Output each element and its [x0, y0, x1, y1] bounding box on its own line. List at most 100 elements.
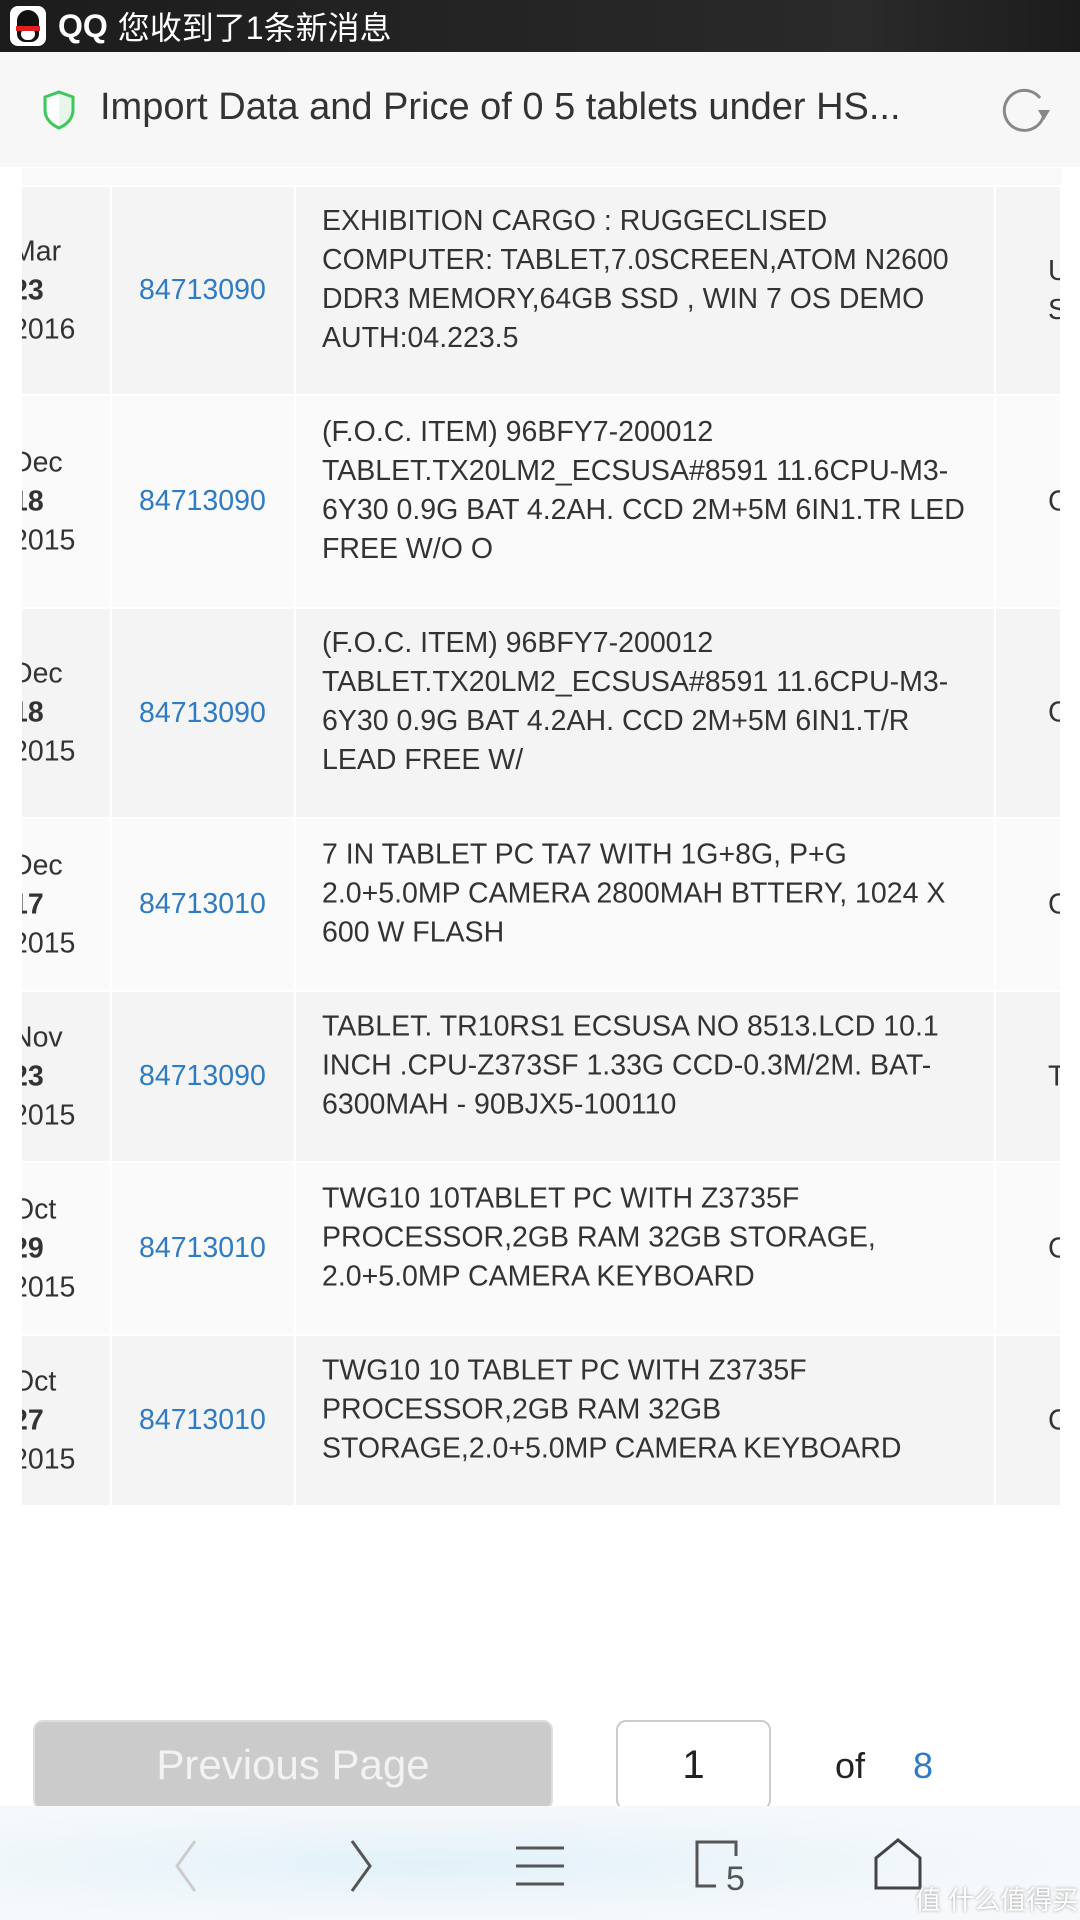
description-cell: (F.O.C. ITEM) 96BFY7-200012 TABLET.TX20L…: [296, 609, 994, 817]
date-month: Oct: [22, 1193, 57, 1225]
extra-cell: C: [996, 1163, 1060, 1334]
hs-code-link[interactable]: 84713090: [112, 992, 294, 1161]
shield-icon: [43, 90, 75, 130]
date-cell: Oct 27 2015: [22, 1336, 110, 1505]
table-row: Mar 23 2016 84713090 EXHIBITION CARGO : RU…: [22, 187, 1062, 394]
product-description: EXHIBITION CARGO : RUGGECLISED COMPUTER:…: [322, 204, 949, 354]
back-icon[interactable]: [165, 1836, 205, 1896]
extra-text: C: [1048, 1232, 1060, 1264]
description-cell: TABLET. TR10RS1 ECSUSA NO 8513.LCD 10.1 …: [296, 992, 994, 1161]
date-cell: Nov 23 2015: [22, 992, 110, 1161]
status-app: QQ: [58, 7, 108, 44]
hs-code-link[interactable]: 84713090: [112, 396, 294, 607]
description-cell: TWG10 10 TABLET PC WITH Z3735F PROCESSOR…: [296, 1336, 994, 1505]
hs-code-cell: 84713090: [112, 609, 294, 817]
product-description: (F.O.C. ITEM) 96BFY7-200012 TABLET.TX20L…: [322, 627, 949, 776]
address-bar[interactable]: Import Data and Price of 0 5 tablets und…: [0, 52, 1080, 167]
hs-code-cell: 84713090: [112, 396, 294, 607]
extra-cell: C: [996, 609, 1060, 817]
date-day: 17: [22, 888, 44, 920]
page-number-input[interactable]: [616, 1720, 771, 1810]
date-month: Dec: [22, 657, 63, 690]
product-description: TWG10 10 TABLET PC WITH Z3735F PROCESSOR…: [322, 1354, 902, 1464]
extra-text: C: [1048, 1404, 1060, 1436]
hs-code-link[interactable]: 84713090: [112, 609, 294, 817]
hs-code-cell: 84713010: [112, 1336, 294, 1505]
extra-cell: C: [996, 1336, 1060, 1505]
table-row: Nov 23 2015 84713090 TABLET. TR10RS1 ECSUS…: [22, 992, 1062, 1161]
menu-icon[interactable]: [512, 1836, 568, 1896]
table-row: Dec 17 2015 84713010 7 IN TABLET PC TA7 WI…: [22, 819, 1062, 990]
date-year: 2015: [22, 524, 76, 556]
date-cell: Oct 29 2015: [22, 1163, 110, 1334]
hs-code-link[interactable]: 84713010: [112, 1163, 294, 1334]
date-month: Dec: [22, 849, 63, 881]
reload-icon[interactable]: [1000, 86, 1054, 136]
date-day: 18: [22, 696, 44, 729]
tabs-button[interactable]: 5: [692, 1836, 752, 1898]
date-month: Oct: [22, 1365, 57, 1397]
date-day: 27: [22, 1404, 44, 1436]
date-year: 2015: [22, 1271, 76, 1303]
hs-code-link[interactable]: 84713010: [112, 1336, 294, 1505]
description-cell: EXHIBITION CARGO : RUGGECLISED COMPUTER:…: [296, 187, 994, 394]
extra-text: T:: [1048, 1060, 1060, 1092]
date-year: 2015: [22, 735, 76, 768]
table-row: Oct 29 2015 84713010 TWG10 10TABLET PC WIT…: [22, 1163, 1062, 1334]
hs-code-link[interactable]: 84713090: [112, 187, 294, 394]
product-description: TABLET. TR10RS1 ECSUSA NO 8513.LCD 10.1 …: [322, 1010, 939, 1120]
date-cell: Dec 18 2015: [22, 609, 110, 817]
date-cell: Mar 23 2016: [22, 187, 110, 394]
date-year: 2015: [22, 1099, 76, 1131]
date-year: 2016: [22, 313, 76, 345]
description-cell: 7 IN TABLET PC TA7 WITH 1G+8G, P+G 2.0+5…: [296, 819, 994, 990]
page-title: Import Data and Price of 0 5 tablets und…: [100, 86, 901, 128]
table-cell: [22, 168, 110, 185]
status-bar: QQ 您收到了1条新消息: [0, 0, 1080, 52]
extra-cell: U S: [996, 187, 1060, 394]
total-pages-link[interactable]: 8: [913, 1745, 933, 1787]
extra-text: C: [1048, 696, 1060, 729]
previous-page-button[interactable]: Previous Page: [33, 1720, 553, 1810]
forward-icon[interactable]: [342, 1836, 382, 1896]
qq-icon: [10, 6, 46, 46]
extra-cell: C: [996, 819, 1060, 990]
table-cell: [296, 168, 994, 185]
hs-code-cell: 84713010: [112, 1163, 294, 1334]
product-description: (F.O.C. ITEM) 96BFY7-200012 TABLET.TX20L…: [322, 415, 965, 565]
of-label: of: [835, 1745, 866, 1786]
table-row: [22, 168, 1062, 185]
extra-cell: T:: [996, 992, 1060, 1161]
extra-text: C: [1048, 888, 1060, 920]
hs-code-cell: 84713090: [112, 187, 294, 394]
hs-code-cell: 84713090: [112, 992, 294, 1161]
product-description: 7 IN TABLET PC TA7 WITH 1G+8G, P+G 2.0+5…: [322, 838, 946, 948]
description-cell: (F.O.C. ITEM) 96BFY7-200012 TABLET.TX20L…: [296, 396, 994, 607]
extra-cell: C: [996, 396, 1060, 607]
date-cell: Dec 17 2015: [22, 819, 110, 990]
date-year: 2015: [22, 927, 76, 959]
watermark: 值 什么值得买: [915, 1885, 1079, 1915]
table-row: Dec 18 2015 84713090 (F.O.C. ITEM) 96BFY7-…: [22, 609, 1062, 817]
date-cell: Dec 18 2015: [22, 396, 110, 607]
table-cell: [112, 168, 294, 185]
product-description: TWG10 10TABLET PC WITH Z3735F PROCESSOR,…: [322, 1182, 876, 1292]
table-row: Oct 27 2015 84713010 TWG10 10 TABLET PC WI…: [22, 1336, 1062, 1505]
date-day: 23: [22, 274, 44, 306]
description-cell: TWG10 10TABLET PC WITH Z3735F PROCESSOR,…: [296, 1163, 994, 1334]
extra-text: U S: [1048, 254, 1060, 326]
date-month: Nov: [22, 1021, 63, 1053]
hs-code-link[interactable]: 84713010: [112, 819, 294, 990]
date-day: 23: [22, 1060, 44, 1092]
date-day: 29: [22, 1232, 44, 1264]
extra-text: C: [1048, 485, 1060, 517]
hs-code-cell: 84713010: [112, 819, 294, 990]
date-day: 18: [22, 485, 44, 517]
table-row: Dec 18 2015 84713090 (F.O.C. ITEM) 96BFY7-…: [22, 396, 1062, 607]
date-year: 2015: [22, 1443, 76, 1475]
date-month: Dec: [22, 446, 63, 478]
date-month: Mar: [22, 235, 62, 267]
status-message[interactable]: 您收到了1条新消息: [118, 3, 392, 49]
table-cell: [996, 168, 1060, 185]
tabs-count: 5: [726, 1860, 745, 1898]
